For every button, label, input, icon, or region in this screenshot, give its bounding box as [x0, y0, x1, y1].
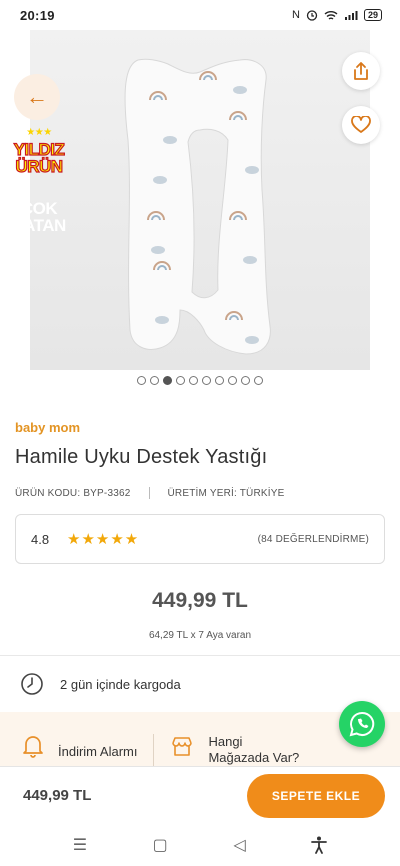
store-availability-button[interactable]: Hangi Mağazada Var? [170, 734, 299, 766]
pagination-dot[interactable] [254, 376, 263, 385]
battery-icon: 29 [363, 9, 382, 21]
product-gallery[interactable]: ← ★★★ YILDIZ ÜRÜN ÇOK SATAN [0, 30, 400, 372]
back-button[interactable]: ← [14, 74, 60, 120]
store-icon [172, 737, 193, 756]
star-product-badge: ★★★ YILDIZ ÜRÜN [8, 124, 70, 176]
divider [0, 655, 400, 656]
installment-info: 64,29 TL x 7 Aya varan [148, 630, 252, 641]
badge-text: ÇOK [20, 199, 58, 218]
bell-icon [23, 736, 43, 758]
pagination-dot[interactable] [241, 376, 250, 385]
status-icons: N 29 [292, 9, 382, 21]
purchase-bar: 449,99 TL SEPETE EKLE [0, 766, 400, 824]
star-rating-icon: ★★★★★ [67, 531, 140, 548]
shipping-text: 2 gün içinde kargoda [60, 676, 181, 692]
alarm-icon [306, 10, 318, 21]
nfc-icon: N [292, 9, 300, 21]
discount-alarm-label: İndirim Alarmı [58, 744, 138, 759]
product-origin: ÜRETİM YERİ: TÜRKİYE [167, 487, 285, 499]
signal-icon [344, 10, 358, 20]
pagination-dot[interactable] [228, 376, 237, 385]
clock-icon [21, 673, 43, 695]
pillow-illustration [124, 58, 271, 355]
store-label-line: Mağazada Var? [208, 750, 300, 765]
badge-text: YILDIZ [13, 140, 66, 159]
pagination-dot[interactable] [202, 376, 211, 385]
home-icon[interactable]: ▢ [153, 835, 168, 855]
alerts-divider [153, 734, 155, 770]
whatsapp-icon [349, 711, 375, 737]
bottom-price: 449,99 TL [23, 787, 92, 804]
product-meta: ÜRÜN KODU: BYP-3362 ÜRETİM YERİ: TÜRKİYE [15, 487, 284, 499]
gallery-pagination [0, 376, 400, 385]
status-time: 20:19 [20, 7, 55, 23]
wifi-icon [324, 10, 338, 20]
back-icon[interactable]: ◁ [233, 835, 245, 855]
product-title: Hamile Uyku Destek Yastığı [15, 446, 268, 468]
best-seller-badge: ÇOK SATAN [8, 194, 70, 244]
product-price: 449,99 TL [152, 589, 248, 612]
badge-text: ÜRÜN [15, 157, 64, 176]
store-label-line: Hangi [208, 734, 243, 749]
shipping-info: 2 gün içinde kargoda [20, 672, 181, 696]
share-button[interactable] [342, 52, 380, 90]
meta-divider [148, 487, 150, 499]
favorite-button[interactable] [342, 106, 380, 144]
back-arrow-icon: ← [26, 84, 48, 109]
product-code: ÜRÜN KODU: BYP-3362 [15, 487, 131, 499]
brand-link[interactable]: baby mom [15, 420, 80, 435]
accessibility-icon[interactable] [311, 836, 328, 854]
pagination-dot[interactable] [137, 376, 146, 385]
rating-summary[interactable]: 4.8 ★★★★★ (84 DEĞERLENDİRME) [15, 514, 385, 564]
heart-icon [351, 116, 371, 133]
pagination-dot[interactable] [189, 376, 198, 385]
system-nav-bar: ☰ ▢ ◁ [0, 824, 400, 866]
whatsapp-button[interactable] [339, 701, 385, 747]
share-icon [354, 62, 368, 80]
add-to-cart-button[interactable]: SEPETE EKLE [247, 773, 385, 818]
review-count[interactable]: (84 DEĞERLENDİRME) [258, 534, 369, 545]
product-image[interactable] [30, 30, 370, 370]
discount-alarm-button[interactable]: İndirim Alarmı [22, 734, 137, 759]
badge-text: SATAN [12, 216, 66, 235]
pagination-dot[interactable] [215, 376, 224, 385]
pagination-dot[interactable] [150, 376, 159, 385]
pagination-dot-active[interactable] [163, 376, 172, 385]
rating-score: 4.8 [31, 531, 50, 547]
menu-icon[interactable]: ☰ [73, 835, 87, 855]
pagination-dot[interactable] [176, 376, 185, 385]
store-availability-label: Hangi Mağazada Var? [208, 734, 299, 766]
stars-decoration-icon: ★★★ [26, 127, 52, 138]
status-bar: 20:19 N 29 [0, 0, 400, 30]
